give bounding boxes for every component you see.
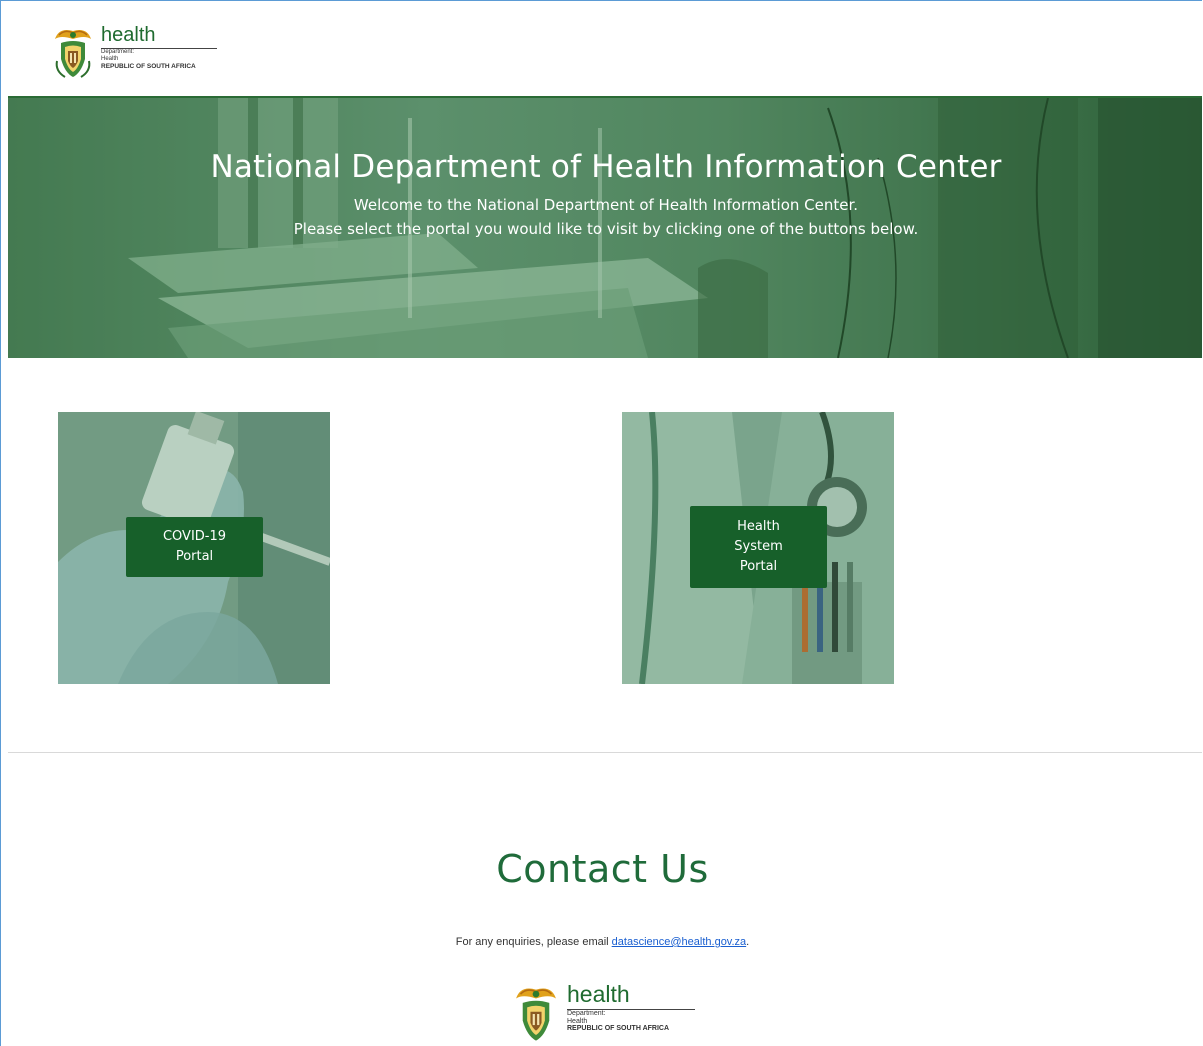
coat-of-arms-icon <box>55 30 91 78</box>
covid-button-line-2: Portal <box>175 549 214 564</box>
covid-button-line-1: COVID-19 <box>162 529 227 544</box>
contact-title: Contact Us <box>496 847 709 891</box>
header-logo[interactable]: health Department: Health REPUBLIC OF SO… <box>51 25 217 81</box>
footer-logo[interactable]: health Department: Health REPUBLIC OF SO… <box>511 983 695 1045</box>
coat-of-arms-icon <box>516 988 556 1041</box>
logo-department: Department: <box>101 49 135 55</box>
logo-health: Health <box>567 1017 588 1025</box>
health-system-portal-card[interactable]: Health System Portal <box>622 412 894 684</box>
hero-banner: National Department of Health Informatio… <box>8 96 1202 358</box>
logo-country: REPUBLIC OF SOUTH AFRICA <box>567 1025 670 1032</box>
contact-text-suffix: . <box>746 936 750 948</box>
hero-title: National Department of Health Informatio… <box>210 149 1002 185</box>
covid-19-portal-button[interactable]: COVID-19 Portal <box>126 517 263 577</box>
health-button-line-2: System <box>734 539 783 554</box>
hero-subtitle-line-2: Please select the portal you would like … <box>293 220 919 238</box>
covid-portal-card[interactable]: COVID-19 Portal <box>58 412 330 684</box>
health-button-line-3: Portal <box>739 559 778 574</box>
logo-health: Health <box>101 56 119 62</box>
hero-subtitle-line-1: Welcome to the National Department of He… <box>353 196 859 214</box>
logo-wordmark: health <box>567 983 695 1010</box>
health-system-portal-button[interactable]: Health System Portal <box>690 506 827 588</box>
contact-text-prefix: For any enquiries, please email <box>455 936 612 948</box>
logo-department: Department: <box>567 1010 606 1017</box>
page: health Department: Health REPUBLIC OF SO… <box>0 0 1202 1046</box>
contact-text: For any enquiries, please email datascie… <box>1 936 1202 948</box>
health-button-line-1: Health <box>737 519 780 534</box>
logo-country: REPUBLIC OF SOUTH AFRICA <box>101 63 196 70</box>
contact-email-link[interactable]: datascience@health.gov.za <box>612 936 747 948</box>
logo-wordmark: health <box>101 25 217 49</box>
section-divider <box>8 752 1202 753</box>
